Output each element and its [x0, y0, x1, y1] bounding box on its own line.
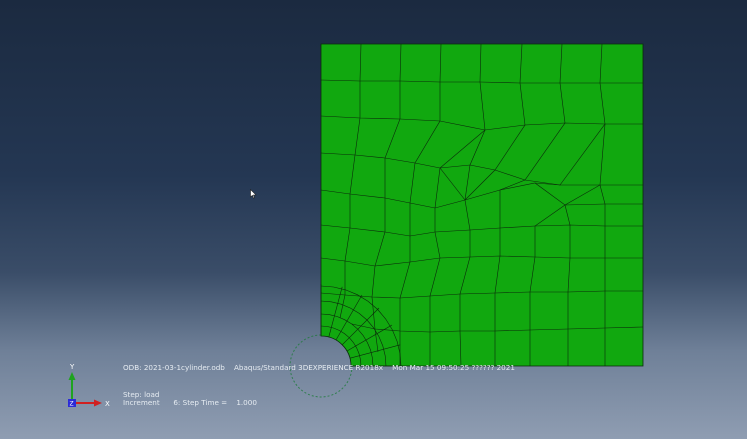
triad-y-label: Y [69, 363, 75, 371]
arrow-pointer-icon [250, 189, 257, 199]
triad-x-label: X [105, 400, 110, 408]
viewport[interactable]: ODB: 2021-03-1cylinder.odb Abaqus/Standa… [0, 0, 747, 439]
increment-info-line: Increment 6: Step Time = 1.000 [123, 398, 257, 407]
coordinate-triad: Y X Z [68, 363, 110, 408]
triad-x-arrowhead [94, 399, 102, 407]
triad-y-arrowhead [68, 372, 76, 380]
odb-info-line: ODB: 2021-03-1cylinder.odb Abaqus/Standa… [123, 363, 515, 372]
triad-z-label: Z [70, 401, 74, 408]
